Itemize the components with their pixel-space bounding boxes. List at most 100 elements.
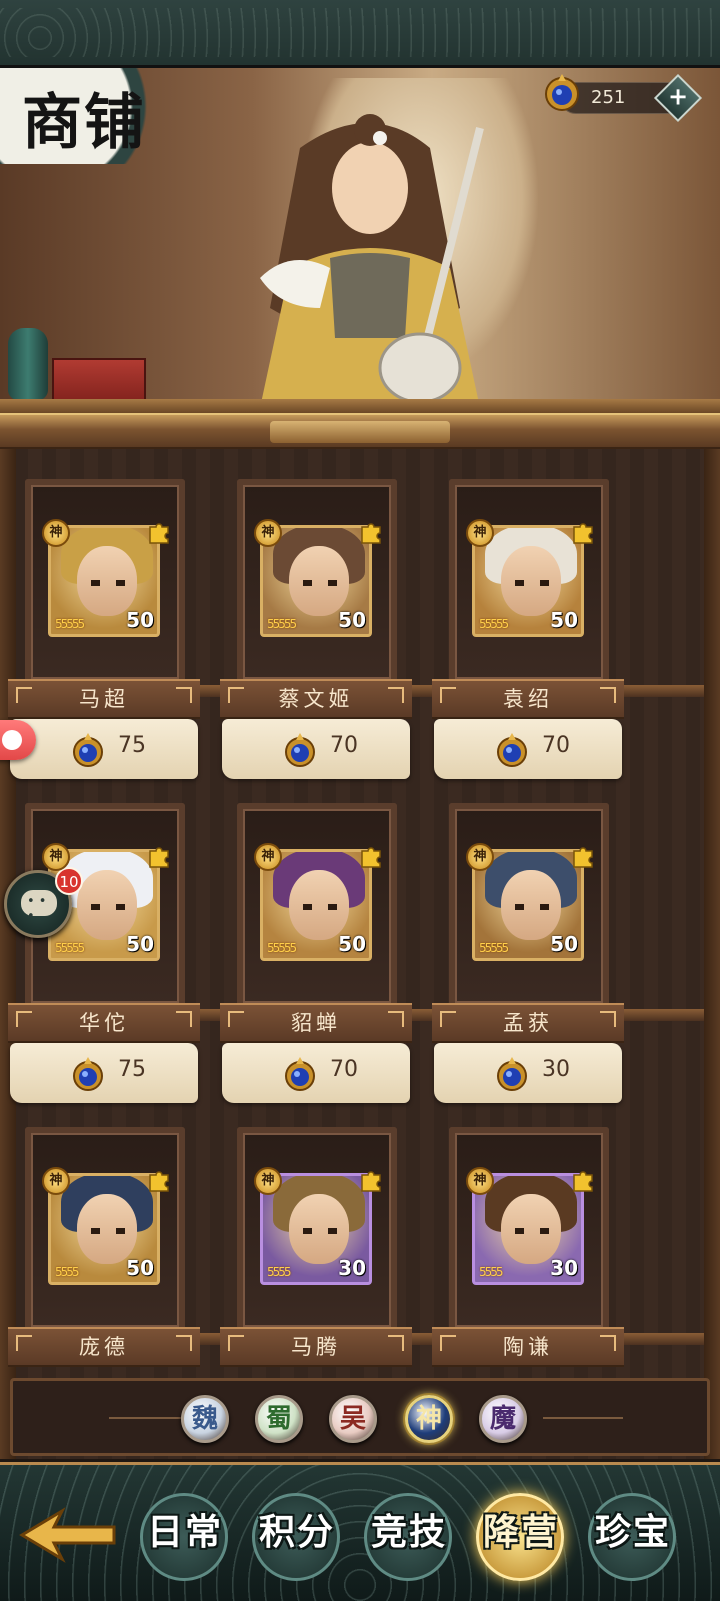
hero-level: 30: [550, 1256, 578, 1280]
hero-star-rating: 55555: [479, 941, 509, 955]
chat-unread-badge: 10: [55, 867, 83, 895]
hero-star-rating: 55555: [267, 941, 297, 955]
hero-shop-item[interactable]: 神 5555 30 陶谦: [432, 1127, 624, 1417]
puzzle-piece-icon: [149, 1171, 169, 1192]
faction-filter-4[interactable]: 神: [405, 1395, 453, 1443]
hero-level: 30: [338, 1256, 366, 1280]
nav-tab-label: 日常: [146, 1511, 223, 1553]
hero-shop-item[interactable]: 神 55555 50 华佗 75: [8, 803, 200, 1103]
puzzle-piece-icon: [573, 847, 593, 868]
soul-gem-icon: [285, 733, 315, 767]
nav-tab-3[interactable]: 竞技: [354, 1485, 464, 1581]
hero-level: 50: [338, 608, 366, 632]
faction-filter-5[interactable]: 魔: [479, 1395, 527, 1443]
faction-badge: 神: [466, 519, 494, 547]
shop-board: 神 55555 50 马超 75 神 55555 50 蔡文姬 70 神 555…: [0, 449, 720, 1459]
hero-star-rating: 55555: [55, 941, 85, 955]
nav-tab-label: 竞技: [370, 1511, 447, 1553]
faction-badge: 神: [466, 1167, 494, 1195]
nav-tab-2[interactable]: 积分: [242, 1485, 352, 1581]
price-amount: 70: [330, 733, 358, 758]
hero-name: 马腾: [220, 1327, 412, 1367]
nav-tab-1[interactable]: 日常: [130, 1485, 240, 1581]
hero-name: 貂蝉: [220, 1003, 412, 1043]
hero-shop-item[interactable]: 神 55555 50 马超 75: [8, 479, 200, 779]
hero-level: 50: [126, 1256, 154, 1280]
soul-gem-icon: [497, 733, 527, 767]
puzzle-piece-icon: [361, 523, 381, 544]
hero-name: 孟获: [432, 1003, 624, 1043]
hero-name: 袁绍: [432, 679, 624, 719]
price-amount: 75: [118, 1057, 146, 1082]
plus-icon: +: [667, 82, 689, 111]
hero-level: 50: [550, 932, 578, 956]
puzzle-piece-icon: [149, 523, 169, 544]
hero-name: 蔡文姬: [220, 679, 412, 719]
price-amount: 70: [330, 1057, 358, 1082]
hero-star-rating: 5555: [479, 1265, 504, 1279]
hero-level: 50: [126, 932, 154, 956]
price-tag[interactable]: 70: [222, 1043, 410, 1103]
ornamental-divider: [0, 413, 720, 449]
faction-badge: 神: [42, 843, 70, 871]
hero-level: 50: [126, 608, 154, 632]
hero-star-rating: 5555: [267, 1265, 292, 1279]
price-tag[interactable]: 75: [10, 719, 198, 779]
hero-shop-item[interactable]: 神 55555 50 貂蝉 70: [220, 803, 412, 1103]
hero-shop-item[interactable]: 神 5555 30 马腾: [220, 1127, 412, 1417]
hero-shop-item[interactable]: 神 55555 50 孟获 30: [432, 803, 624, 1103]
hero-shop-item[interactable]: 神 55555 50 蔡文姬 70: [220, 479, 412, 779]
hero-name: 华佗: [8, 1003, 200, 1043]
banner-shelf: [0, 399, 720, 413]
faction-filter-1[interactable]: 魏: [181, 1395, 229, 1443]
hero-shop-item[interactable]: 神 55555 50 袁绍 70: [432, 479, 624, 779]
chat-button[interactable]: 10: [4, 867, 83, 938]
faction-badge: 神: [254, 843, 282, 871]
top-decorative-band: [0, 0, 720, 68]
hero-name: 马超: [8, 679, 200, 719]
hero-star-rating: 55555: [55, 617, 85, 631]
hero-star-rating: 5555: [55, 1265, 80, 1279]
faction-filter-2[interactable]: 蜀: [255, 1395, 303, 1443]
banner-character-art: [260, 114, 484, 408]
page-title: 商铺: [22, 88, 146, 158]
assist-icon: [2, 730, 22, 750]
nav-tab-label: 积分: [258, 1511, 335, 1553]
puzzle-piece-icon: [573, 523, 593, 544]
vase-decoration: [8, 328, 48, 400]
faction-badge: 神: [466, 843, 494, 871]
puzzle-piece-icon: [149, 847, 169, 868]
hero-level: 50: [550, 608, 578, 632]
price-tag[interactable]: 70: [222, 719, 410, 779]
price-tag[interactable]: 30: [434, 1043, 622, 1103]
faction-filter-bar: 魏蜀吴神魔: [10, 1378, 710, 1456]
currency-amount: 251: [591, 87, 626, 108]
soul-gem-icon: [497, 1057, 527, 1091]
price-amount: 70: [542, 733, 570, 758]
hero-name: 庞德: [8, 1327, 200, 1367]
soul-gem-icon: [73, 1057, 103, 1091]
faction-badge: 神: [42, 519, 70, 547]
faction-badge: 神: [254, 519, 282, 547]
hero-star-rating: 55555: [479, 617, 509, 631]
currency-display: 251 +: [545, 73, 703, 123]
hero-shop-item[interactable]: 神 5555 50 庞德: [8, 1127, 200, 1417]
chat-icon: [21, 890, 57, 924]
price-amount: 75: [118, 733, 146, 758]
price-tag[interactable]: 70: [434, 719, 622, 779]
nav-tab-label: 珍宝: [594, 1511, 671, 1553]
nav-tab-4[interactable]: 降营: [466, 1485, 576, 1581]
soul-gem-icon: [285, 1057, 315, 1091]
back-arrow-button[interactable]: [18, 1507, 118, 1563]
puzzle-piece-icon: [573, 1171, 593, 1192]
hero-star-rating: 55555: [267, 617, 297, 631]
puzzle-piece-icon: [361, 1171, 381, 1192]
puzzle-piece-icon: [361, 847, 381, 868]
faction-badge: 神: [42, 1167, 70, 1195]
shop-title-emblem: 商铺: [0, 68, 182, 164]
nav-tab-5[interactable]: 珍宝: [578, 1485, 688, 1581]
price-amount: 30: [542, 1057, 570, 1082]
hero-level: 50: [338, 932, 366, 956]
faction-filter-3[interactable]: 吴: [329, 1395, 377, 1443]
price-tag[interactable]: 75: [10, 1043, 198, 1103]
